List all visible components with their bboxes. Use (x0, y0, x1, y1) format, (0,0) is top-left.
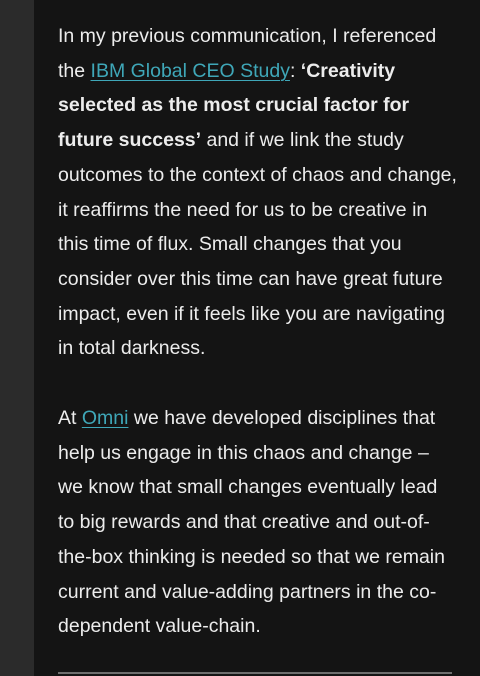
ibm-ceo-study-link[interactable]: IBM Global CEO Study (91, 60, 290, 82)
paragraph-rest-text: and if we link the study outcomes to the… (58, 129, 457, 360)
colon-text: : (289, 59, 301, 82)
paragraph-omni: At Omni we have developed disciplines th… (58, 401, 458, 644)
page: In my previous communication, I referenc… (0, 0, 480, 676)
omni-link[interactable]: Omni (82, 407, 129, 429)
paragraph-rest-text: we have developed disciplines that help … (58, 407, 445, 638)
paragraph-intro-text: At (58, 407, 82, 429)
section-divider (58, 672, 452, 674)
content-panel: In my previous communication, I referenc… (34, 0, 480, 676)
paragraph-ceo-study: In my previous communication, I referenc… (58, 19, 458, 366)
